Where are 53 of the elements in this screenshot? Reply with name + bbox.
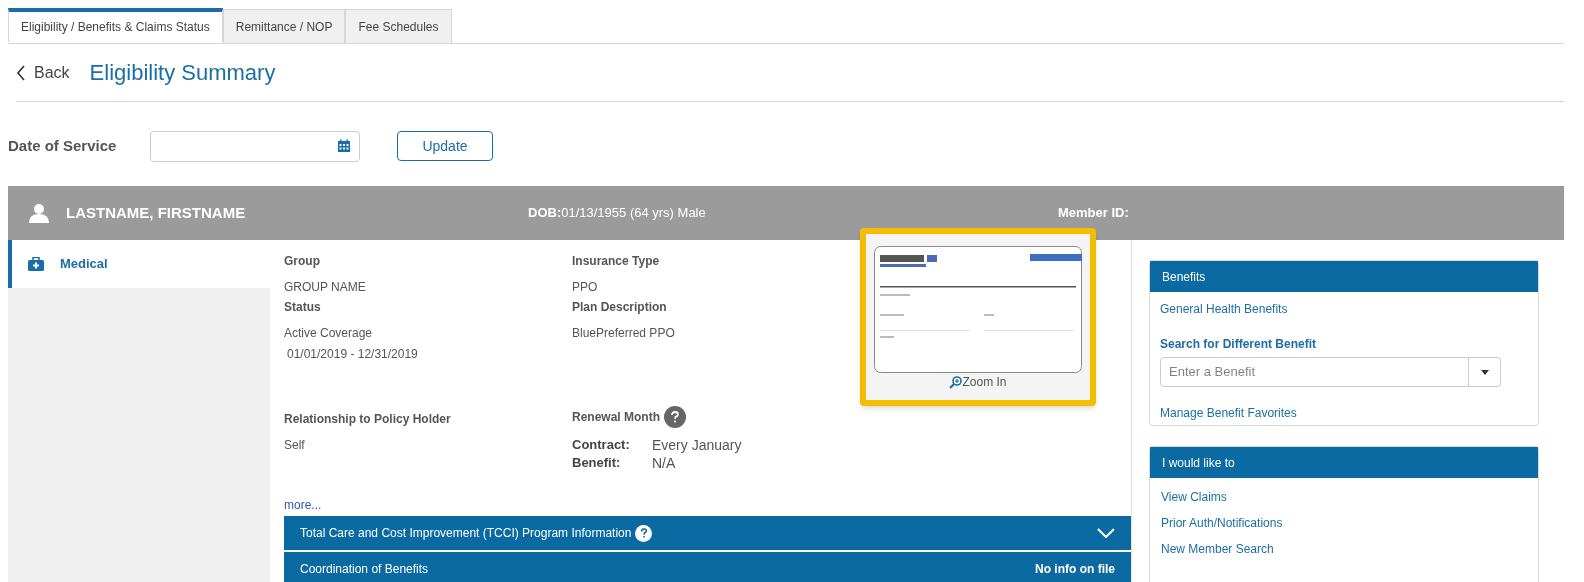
action-link[interactable]: View Claims — [1161, 488, 1527, 506]
date-field[interactable] — [150, 130, 360, 162]
tab[interactable]: Remittance / NOP — [222, 9, 346, 43]
action-link[interactable]: Prior Auth/Notifications — [1161, 514, 1527, 532]
field-label: Search for Different Benefit — [1160, 336, 1318, 353]
panel-title: I would like to — [1150, 447, 1538, 478]
field-label: Date of Service — [8, 135, 118, 156]
status-text: No info on file — [1035, 561, 1115, 578]
field-label: Contract: — [572, 436, 631, 455]
field-value: BluePreferred PPO — [572, 325, 676, 342]
more-link[interactable]: more... — [284, 496, 1131, 516]
field-value: Every January — [652, 435, 742, 455]
field-label: Group — [284, 253, 321, 270]
field-value: 01/01/2019 - 12/31/2019 — [286, 346, 419, 363]
manage-favorites-link[interactable]: Manage Benefit Favorites — [1160, 404, 1528, 422]
medical-kit-icon — [28, 257, 44, 271]
back-link[interactable]: Back — [16, 60, 70, 85]
dob-label: DOB: — [528, 204, 562, 223]
member-id-label: Member ID: — [1058, 204, 1129, 223]
dob-value: 01/13/1955 (64 yrs) Male — [561, 204, 706, 223]
field-value: Self — [284, 437, 306, 454]
member-name: LASTNAME, FIRSTNAME — [66, 202, 246, 223]
accordion-header[interactable]: Coordination of Benefits No info on file — [284, 552, 1131, 582]
help-icon[interactable] — [635, 524, 653, 542]
action-link[interactable]: New Member Search — [1161, 540, 1527, 558]
benefit-link[interactable]: General Health Benefits — [1160, 300, 1528, 318]
field-label: Relationship to Policy Holder — [284, 411, 452, 428]
sidebar-item[interactable]: Medical — [8, 240, 270, 288]
page-title: Eligibility Summary — [89, 59, 276, 87]
field-label: Status — [284, 299, 322, 316]
field-value: N/A — [652, 453, 676, 473]
help-icon[interactable] — [664, 406, 686, 428]
accordion-header[interactable]: Total Care and Cost Improvement (TCCI) Program Information — [284, 516, 1131, 550]
tab[interactable]: Fee Schedules — [345, 9, 452, 43]
id-card-preview[interactable]: Zoom In — [860, 228, 1096, 406]
dropdown-button[interactable] — [1469, 357, 1501, 387]
field-label: Benefit: — [572, 454, 622, 473]
caret-icon — [1480, 369, 1489, 375]
field-value: Active Coverage — [284, 325, 374, 342]
tab[interactable]: Eligibility / Benefits & Claims Status — [8, 8, 223, 42]
field-label: Insurance Type — [572, 253, 661, 270]
zoom-in-icon — [949, 375, 963, 389]
benefit-search-field[interactable]: Enter a Benefit — [1160, 357, 1469, 387]
field-value: GROUP NAME — [284, 279, 367, 296]
field-label: Plan Description — [572, 299, 668, 316]
field-label: Renewal Month — [572, 409, 660, 426]
calendar-icon — [337, 139, 351, 153]
panel-title: Benefits — [1150, 261, 1538, 292]
field-value: PPO — [572, 279, 599, 296]
update-button[interactable]: Update — [397, 131, 493, 161]
chevron-left-icon — [16, 64, 26, 81]
zoom-in-link[interactable]: Zoom In — [949, 373, 1007, 391]
person-icon — [28, 203, 50, 223]
